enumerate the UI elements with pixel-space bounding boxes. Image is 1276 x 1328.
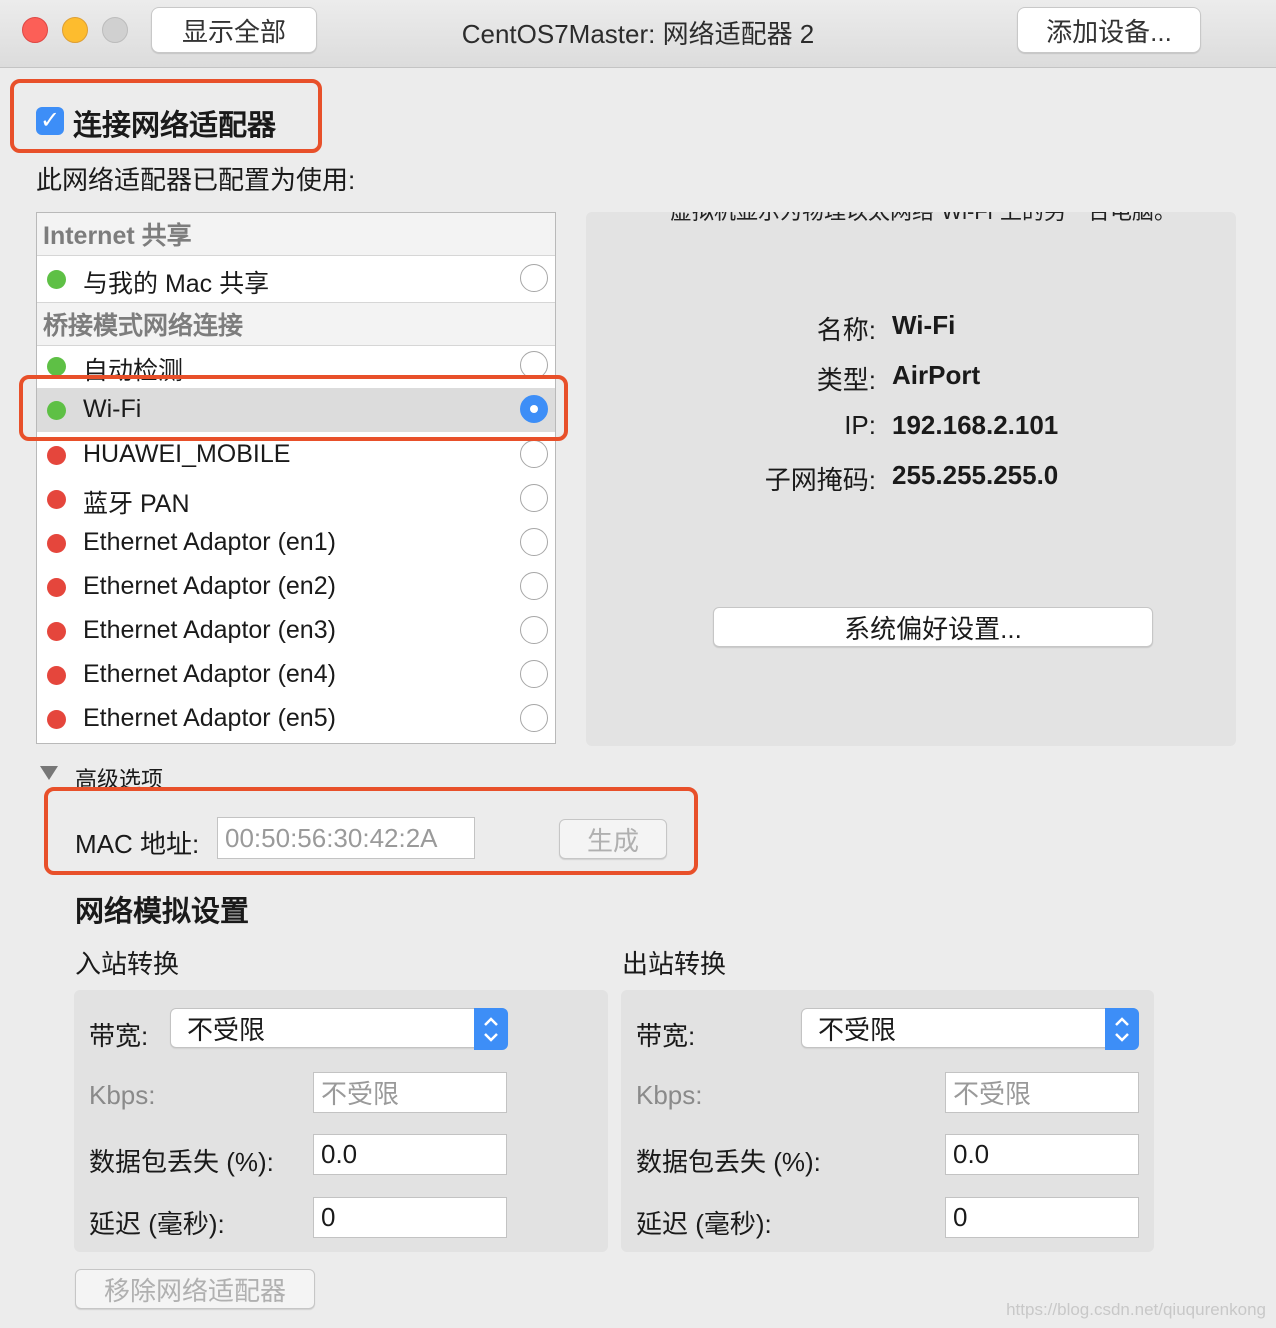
outbound-bandwidth-label: 带宽: — [636, 1021, 696, 1051]
system-preferences-button[interactable]: 系统偏好设置... — [713, 607, 1153, 647]
outbound-loss-field[interactable]: 0.0 — [945, 1134, 1139, 1175]
list-item-label: 与我的 Mac 共享 — [83, 270, 270, 298]
outbound-bandwidth-select[interactable]: 不受限 — [801, 1008, 1139, 1050]
subnet-value: 255.255.255.0 — [892, 460, 1059, 490]
inbound-loss-label: 数据包丢失 (%): — [89, 1147, 274, 1177]
connect-checkbox[interactable]: ✓ — [36, 107, 64, 135]
disclosure-triangle-icon[interactable] — [40, 766, 58, 780]
list-item-en1[interactable]: Ethernet Adaptor (en1) — [37, 521, 555, 565]
radio-button[interactable] — [520, 660, 548, 688]
outbound-latency-label: 延迟 (毫秒): — [636, 1209, 772, 1239]
outbound-title: 出站转换 — [622, 949, 727, 979]
name-value: Wi-Fi — [892, 310, 956, 340]
connect-label: 连接网络适配器 — [73, 110, 277, 142]
list-item-label: Ethernet Adaptor (en4) — [83, 660, 336, 688]
outbound-latency-field[interactable]: 0 — [945, 1197, 1139, 1238]
outbound-loss-label: 数据包丢失 (%): — [636, 1147, 821, 1177]
list-item-share-mac[interactable]: 与我的 Mac 共享 — [37, 257, 555, 301]
select-stepper-icon — [474, 1008, 508, 1050]
status-red-icon — [47, 534, 66, 553]
radio-button[interactable] — [520, 264, 548, 292]
list-item-en3[interactable]: Ethernet Adaptor (en3) — [37, 609, 555, 653]
inbound-kbps-label: Kbps: — [89, 1080, 156, 1110]
radio-button[interactable] — [520, 484, 548, 512]
inbound-loss-field[interactable]: 0.0 — [313, 1134, 507, 1175]
radio-button[interactable] — [520, 440, 548, 468]
list-header-bridged: 桥接模式网络连接 — [37, 302, 555, 346]
ip-value: 192.168.2.101 — [892, 410, 1059, 440]
inbound-kbps-field[interactable]: 不受限 — [313, 1072, 507, 1113]
inbound-panel: 带宽: 不受限 Kbps: 不受限 数据包丢失 (%): 0.0 延迟 (毫秒)… — [74, 990, 608, 1252]
list-item-label: 蓝牙 PAN — [83, 490, 190, 518]
add-device-button[interactable]: 添加设备... — [1017, 7, 1201, 53]
list-item-bluetooth-pan[interactable]: 蓝牙 PAN — [37, 477, 555, 521]
subnet-label: 子网掩码: — [764, 465, 876, 495]
status-green-icon — [47, 357, 66, 376]
info-description: 虚拟机显示为物理以太网络“Wi-Fi”上的另一台电脑。 — [670, 212, 1176, 226]
list-item-label: Ethernet Adaptor (en5) — [83, 704, 336, 732]
status-red-icon — [47, 446, 66, 465]
list-header-internet: Internet 共享 — [37, 213, 555, 256]
ip-label: IP: — [844, 410, 876, 440]
title-bar: 显示全部 CentOS7Master: 网络适配器 2 添加设备... — [0, 0, 1276, 68]
radio-button[interactable] — [520, 528, 548, 556]
select-stepper-icon — [1105, 1008, 1139, 1050]
mac-address-field[interactable]: 00:50:56:30:42:2A — [217, 817, 475, 859]
outbound-kbps-label: Kbps: — [636, 1080, 703, 1110]
adapter-list: Internet 共享 与我的 Mac 共享 桥接模式网络连接 自动检测 Wi-… — [36, 212, 556, 744]
list-item-label: HUAWEI_MOBILE — [83, 440, 291, 468]
name-label: 名称: — [816, 315, 876, 345]
configured-for-label: 此网络适配器已配置为使用: — [36, 165, 356, 195]
radio-button[interactable] — [520, 616, 548, 644]
adapter-info-panel: 虚拟机显示为物理以太网络“Wi-Fi”上的另一台电脑。 名称: Wi-Fi 类型… — [586, 212, 1236, 746]
mac-address-label: MAC 地址: — [75, 829, 200, 859]
generate-button[interactable]: 生成 — [559, 819, 667, 859]
simulation-title: 网络模拟设置 — [75, 896, 250, 928]
outbound-bandwidth-value: 不受限 — [818, 1014, 897, 1045]
status-red-icon — [47, 578, 66, 597]
outbound-kbps-field[interactable]: 不受限 — [945, 1072, 1139, 1113]
inbound-latency-field[interactable]: 0 — [313, 1197, 507, 1238]
status-green-icon — [47, 270, 66, 289]
type-value: AirPort — [892, 360, 981, 390]
status-red-icon — [47, 490, 66, 509]
status-red-icon — [47, 666, 66, 685]
list-item-label: Ethernet Adaptor (en3) — [83, 616, 336, 644]
list-item-label: Ethernet Adaptor (en2) — [83, 572, 336, 600]
inbound-latency-label: 延迟 (毫秒): — [89, 1209, 225, 1239]
list-item-label: Ethernet Adaptor (en1) — [83, 528, 336, 556]
status-red-icon — [47, 710, 66, 729]
type-label: 类型: — [816, 365, 876, 395]
radio-button[interactable] — [520, 704, 548, 732]
inbound-title: 入站转换 — [75, 949, 180, 979]
inbound-bandwidth-label: 带宽: — [89, 1021, 149, 1051]
status-red-icon — [47, 622, 66, 641]
annotation-box-wifi — [19, 375, 568, 441]
remove-adapter-button[interactable]: 移除网络适配器 — [75, 1269, 315, 1309]
inbound-bandwidth-select[interactable]: 不受限 — [170, 1008, 508, 1050]
outbound-panel: 带宽: 不受限 Kbps: 不受限 数据包丢失 (%): 0.0 延迟 (毫秒)… — [621, 990, 1154, 1252]
checkmark-icon: ✓ — [39, 107, 61, 134]
list-item-en5[interactable]: Ethernet Adaptor (en5) — [37, 697, 555, 741]
watermark: https://blog.csdn.net/qiuqurenkong — [1006, 1300, 1266, 1319]
list-item-en4[interactable]: Ethernet Adaptor (en4) — [37, 653, 555, 697]
list-item-en2[interactable]: Ethernet Adaptor (en2) — [37, 565, 555, 609]
inbound-bandwidth-value: 不受限 — [187, 1014, 266, 1045]
radio-button[interactable] — [520, 572, 548, 600]
